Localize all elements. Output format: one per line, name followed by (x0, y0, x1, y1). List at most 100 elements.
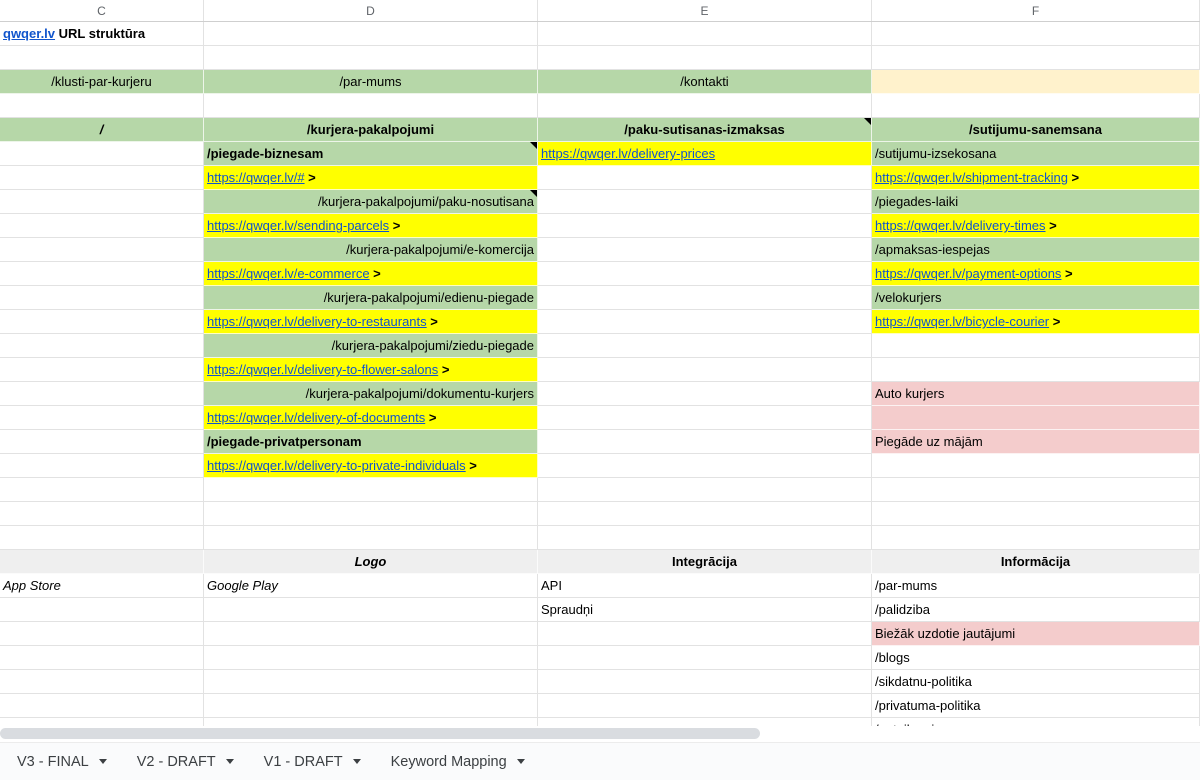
cell-F16[interactable]: Auto kurjers (872, 382, 1200, 406)
url-link[interactable]: https://qwqer.lv/delivery-to-restaurants (207, 314, 427, 329)
column-header-F[interactable]: F (872, 0, 1200, 21)
cell-E1[interactable] (538, 22, 872, 46)
cell-D5[interactable]: /kurjera-pakalpojumi (204, 118, 538, 142)
cell-E18[interactable] (538, 430, 872, 454)
cell-D24[interactable]: Google Play (204, 574, 538, 598)
cell-C1[interactable]: qwqer.lv URL struktūra (0, 22, 204, 46)
url-link[interactable]: https://qwqer.lv/sending-parcels (207, 218, 389, 233)
cell-D26[interactable] (204, 622, 538, 646)
horizontal-scrollbar[interactable] (0, 726, 1200, 742)
sheet-tab-v3-final[interactable]: V3 - FINAL (2, 743, 122, 780)
cell-F27[interactable]: /blogs (872, 646, 1200, 670)
cell-D2[interactable] (204, 46, 538, 70)
cell-D1[interactable] (204, 22, 538, 46)
cell-F29[interactable]: /privatuma-politika (872, 694, 1200, 718)
cell-D13[interactable]: https://qwqer.lv/delivery-to-restaurants… (204, 310, 538, 334)
cell-C4[interactable] (0, 94, 204, 118)
cell-C3[interactable]: /klusti-par-kurjeru (0, 70, 204, 94)
cell-D15[interactable]: https://qwqer.lv/delivery-to-flower-salo… (204, 358, 538, 382)
cell-E2[interactable] (538, 46, 872, 70)
url-link[interactable]: https://qwqer.lv/delivery-of-documents (207, 410, 425, 425)
url-link[interactable]: https://qwqer.lv/payment-options (875, 266, 1061, 281)
cell-F14[interactable] (872, 334, 1200, 358)
cell-F8[interactable]: /piegades-laiki (872, 190, 1200, 214)
cell-F25[interactable]: /palidziba (872, 598, 1200, 622)
cell-E26[interactable] (538, 622, 872, 646)
cell-F18[interactable]: Piegāde uz mājām (872, 430, 1200, 454)
cell-C2[interactable] (0, 46, 204, 70)
cell-D9[interactable]: https://qwqer.lv/sending-parcels > (204, 214, 538, 238)
cell-D27[interactable] (204, 646, 538, 670)
cell-E25[interactable]: Spraudņi (538, 598, 872, 622)
cell-E4[interactable] (538, 94, 872, 118)
cell-D17[interactable]: https://qwqer.lv/delivery-of-documents > (204, 406, 538, 430)
url-link[interactable]: https://qwqer.lv/shipment-tracking (875, 170, 1068, 185)
url-link[interactable]: https://qwqer.lv/delivery-to-private-ind… (207, 458, 466, 473)
cell-C10[interactable] (0, 238, 204, 262)
cell-E8[interactable] (538, 190, 872, 214)
column-header-D[interactable]: D (204, 0, 538, 21)
cell-F23[interactable]: Informācija (872, 550, 1200, 574)
cell-C9[interactable] (0, 214, 204, 238)
cell-D25[interactable] (204, 598, 538, 622)
cell-D21[interactable] (204, 502, 538, 526)
tab-dropdown-icon[interactable] (353, 759, 361, 764)
cell-C24[interactable]: App Store (0, 574, 204, 598)
cell-F19[interactable] (872, 454, 1200, 478)
cell-C20[interactable] (0, 478, 204, 502)
cell-F13[interactable]: https://qwqer.lv/bicycle-courier > (872, 310, 1200, 334)
cell-F10[interactable]: /apmaksas-iespejas (872, 238, 1200, 262)
cell-C29[interactable] (0, 694, 204, 718)
cell-C16[interactable] (0, 382, 204, 406)
cell-F11[interactable]: https://qwqer.lv/payment-options > (872, 262, 1200, 286)
cell-C7[interactable] (0, 166, 204, 190)
cell-E16[interactable] (538, 382, 872, 406)
cell-F17[interactable] (872, 406, 1200, 430)
cell-E29[interactable] (538, 694, 872, 718)
cell-E9[interactable] (538, 214, 872, 238)
cell-D18[interactable]: /piegade-privatpersonam (204, 430, 538, 454)
cell-E19[interactable] (538, 454, 872, 478)
cell-C13[interactable] (0, 310, 204, 334)
sheet-tab-keyword-mapping[interactable]: Keyword Mapping (376, 743, 540, 780)
title-link[interactable]: qwqer.lv (3, 26, 55, 41)
cell-C17[interactable] (0, 406, 204, 430)
cell-E21[interactable] (538, 502, 872, 526)
cell-E24[interactable]: API (538, 574, 872, 598)
cell-F2[interactable] (872, 46, 1200, 70)
cell-F21[interactable] (872, 502, 1200, 526)
cell-C19[interactable] (0, 454, 204, 478)
cell-E11[interactable] (538, 262, 872, 286)
cell-D16[interactable]: /kurjera-pakalpojumi/dokumentu-kurjers (204, 382, 538, 406)
cell-E23[interactable]: Integrācija (538, 550, 872, 574)
cell-E10[interactable] (538, 238, 872, 262)
cell-D14[interactable]: /kurjera-pakalpojumi/ziedu-piegade (204, 334, 538, 358)
cell-C21[interactable] (0, 502, 204, 526)
cell-F22[interactable] (872, 526, 1200, 550)
cell-D6[interactable]: /piegade-biznesam (204, 142, 538, 166)
cell-D22[interactable] (204, 526, 538, 550)
cell-C11[interactable] (0, 262, 204, 286)
cell-E6[interactable]: https://qwqer.lv/delivery-prices (538, 142, 872, 166)
cell-C28[interactable] (0, 670, 204, 694)
cell-D29[interactable] (204, 694, 538, 718)
cell-F5[interactable]: /sutijumu-sanemsana (872, 118, 1200, 142)
cell-E7[interactable] (538, 166, 872, 190)
cell-E5[interactable]: /paku-sutisanas-izmaksas (538, 118, 872, 142)
cell-C22[interactable] (0, 526, 204, 550)
cell-E30[interactable] (538, 718, 872, 726)
tab-dropdown-icon[interactable] (226, 759, 234, 764)
url-link[interactable]: https://qwqer.lv/delivery-prices (541, 146, 715, 161)
cell-D3[interactable]: /par-mums (204, 70, 538, 94)
cell-F26[interactable]: Biežāk uzdotie jautājumi (872, 622, 1200, 646)
url-link[interactable]: https://qwqer.lv/e-commerce (207, 266, 370, 281)
sheet-tab-v2-draft[interactable]: V2 - DRAFT (122, 743, 249, 780)
cell-F3[interactable] (872, 70, 1200, 94)
cell-F12[interactable]: /velokurjers (872, 286, 1200, 310)
cell-D4[interactable] (204, 94, 538, 118)
cell-C25[interactable] (0, 598, 204, 622)
sheet-tab-v1-draft[interactable]: V1 - DRAFT (249, 743, 376, 780)
url-link[interactable]: https://qwqer.lv/delivery-to-flower-salo… (207, 362, 438, 377)
column-header-E[interactable]: E (538, 0, 872, 21)
cell-C27[interactable] (0, 646, 204, 670)
